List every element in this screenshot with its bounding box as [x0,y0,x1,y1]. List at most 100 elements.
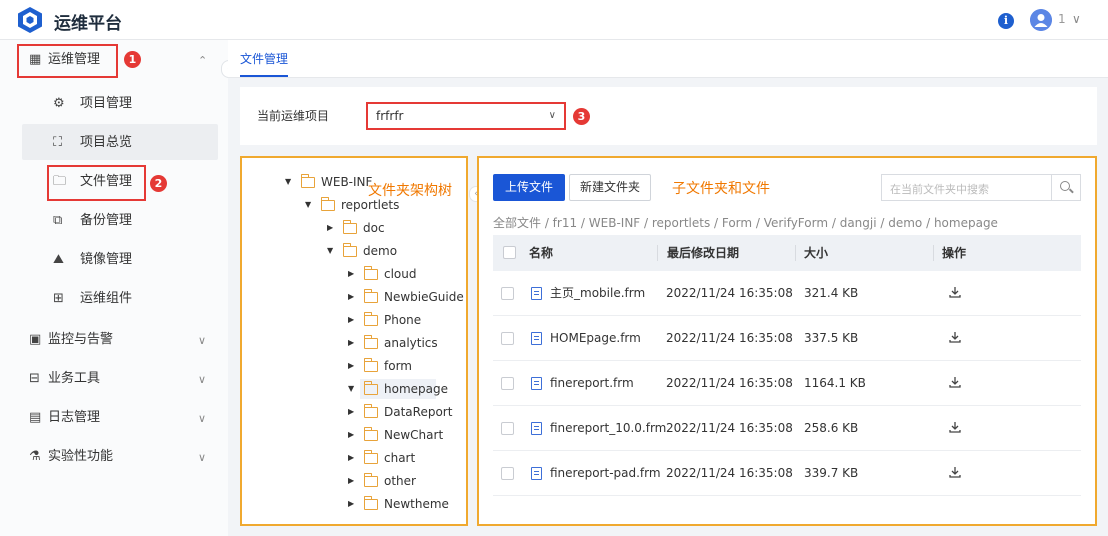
expand-toggle-icon[interactable]: ▶ [348,494,354,514]
file-date: 2022/11/24 16:35:08 [666,376,793,390]
expand-toggle-icon[interactable]: ▶ [327,218,333,238]
expand-toggle-icon[interactable]: ▼ [285,172,291,192]
file-size: 1164.1 KB [804,376,866,390]
user-avatar-icon[interactable] [1030,9,1052,31]
sidebar-item-backup-management[interactable]: ⧉ 备份管理 [53,203,203,239]
chevron-down-icon: ∨ [548,110,556,121]
project-label: 当前运维项目 [257,109,330,123]
project-select[interactable]: frfrfr ∨ [366,102,566,130]
file-name[interactable]: 主页_mobile.frm [550,271,645,316]
chevron-down-icon[interactable]: ∨ [198,451,206,464]
file-icon [531,287,542,300]
files-annotation: 子文件夹和文件 [672,181,770,197]
user-name[interactable]: 1 [1058,12,1066,26]
search-icon [1060,181,1070,191]
sidebar-item-business-tools[interactable]: ⊟ 业务工具 [29,361,209,397]
tree-node-label: NewChart [384,428,444,442]
folder-icon [301,174,315,188]
download-icon[interactable] [949,331,961,343]
sidebar-item-project-overview[interactable]: ⛶ 项目总览 [53,125,203,161]
folder-icon [364,404,378,418]
download-icon[interactable] [949,421,961,433]
sidebar-item-experimental[interactable]: ⚗ 实验性功能 [29,439,209,475]
expand-toggle-icon[interactable]: ▶ [348,425,354,445]
chevron-down-icon[interactable]: ∨ [198,334,206,347]
file-date: 2022/11/24 16:35:08 [666,466,793,480]
file-size: 337.5 KB [804,331,859,345]
tab-file-management[interactable]: 文件管理 [240,50,289,77]
sidebar-item-label: 镜像管理 [80,252,133,267]
expand-toggle-icon[interactable]: ▶ [348,402,354,422]
sidebar-item-project-management[interactable]: ⚙ 项目管理 [53,86,203,122]
user-menu-chevron-icon[interactable]: ∨ [1072,12,1081,26]
sidebar-item-label: 日志管理 [48,410,101,425]
sidebar-item-label: 项目管理 [80,96,133,111]
sidebar-item-label: 业务工具 [48,371,101,386]
column-divider [795,245,796,261]
sidebar-item-ops-components[interactable]: ⊞ 运维组件 [53,281,203,317]
column-divider [933,245,934,261]
expand-toggle-icon[interactable]: ▶ [348,310,354,330]
folder-icon [364,312,378,326]
expand-toggle-icon[interactable]: ▼ [305,195,311,215]
row-checkbox[interactable] [501,287,514,300]
folder-icon [321,197,335,211]
tree-annotation: 文件夹架构树 [368,183,452,199]
file-icon [531,422,542,435]
sidebar-item-label: 项目总览 [80,135,133,150]
sidebar-item-log-management[interactable]: ▤ 日志管理 [29,400,209,436]
folder-tree-panel: ▼ WEB-INF ▼ reportlets ▶ doc ▼ demo ▶ cloud ▶… [240,156,468,526]
expand-toggle-icon[interactable]: ▶ [348,287,354,307]
download-icon[interactable] [949,466,961,478]
new-folder-button[interactable]: 新建文件夹 [569,174,651,201]
row-checkbox[interactable] [501,377,514,390]
column-divider [657,245,658,261]
table-row[interactable]: finereport.frm 2022/11/24 16:35:08 1164.… [493,361,1081,406]
select-all-checkbox[interactable] [503,246,516,259]
file-date: 2022/11/24 16:35:08 [666,286,793,300]
tree-node-label: cloud [384,267,417,281]
table-row[interactable]: finereport_10.0.frm 2022/11/24 16:35:08 … [493,406,1081,451]
expand-toggle-icon[interactable]: ▶ [348,333,354,353]
file-size: 339.7 KB [804,466,859,480]
folder-icon [364,496,378,510]
tree-node-label: form [384,359,412,373]
chevron-down-icon[interactable]: ∨ [198,373,206,386]
chevron-up-icon[interactable]: ⌃ [198,54,207,67]
file-date: 2022/11/24 16:35:08 [666,421,793,435]
breadcrumb[interactable]: 全部文件 / fr11 / WEB-INF / reportlets / For… [493,214,998,231]
tree-node-label: demo [363,244,398,258]
folder-search[interactable]: 在当前文件夹中搜索 [881,174,1081,201]
sidebar-item-monitor-alerts[interactable]: ▣ 监控与告警 [29,322,209,358]
info-icon[interactable]: i [998,13,1014,29]
chevron-down-icon[interactable]: ∨ [198,412,206,425]
app-title: 运维平台 [54,14,122,34]
row-checkbox[interactable] [501,467,514,480]
table-row[interactable]: HOMEpage.frm 2022/11/24 16:35:08 337.5 K… [493,316,1081,361]
table-row[interactable]: finereport-pad.frm 2022/11/24 16:35:08 3… [493,451,1081,496]
folder-icon [364,289,378,303]
download-icon[interactable] [949,286,961,298]
file-name[interactable]: finereport-pad.frm [550,451,661,496]
file-name[interactable]: HOMEpage.frm [550,316,641,361]
expand-toggle-icon[interactable]: ▶ [348,471,354,491]
expand-toggle-icon[interactable]: ▶ [348,448,354,468]
file-name[interactable]: finereport.frm [550,361,634,406]
search-button[interactable] [1051,175,1080,200]
folder-icon [364,473,378,487]
file-name[interactable]: finereport_10.0.frm [550,406,666,451]
download-icon[interactable] [949,376,961,388]
expand-toggle-icon[interactable]: ▼ [348,379,354,399]
search-input[interactable]: 在当前文件夹中搜索 [890,181,989,197]
expand-toggle-icon[interactable]: ▶ [348,264,354,284]
table-row[interactable]: 主页_mobile.frm 2022/11/24 16:35:08 321.4 … [493,271,1081,316]
upload-file-button[interactable]: 上传文件 [493,174,565,201]
expand-toggle-icon[interactable]: ▶ [348,356,354,376]
expand-toggle-icon[interactable]: ▼ [327,241,333,261]
row-checkbox[interactable] [501,332,514,345]
step-badge-2: 2 [150,175,167,192]
row-checkbox[interactable] [501,422,514,435]
column-header-name: 名称 [529,246,554,260]
sidebar-item-mirror-management[interactable]: ⛰ 镜像管理 [53,242,203,278]
flask-icon: ⚗ [29,449,41,464]
